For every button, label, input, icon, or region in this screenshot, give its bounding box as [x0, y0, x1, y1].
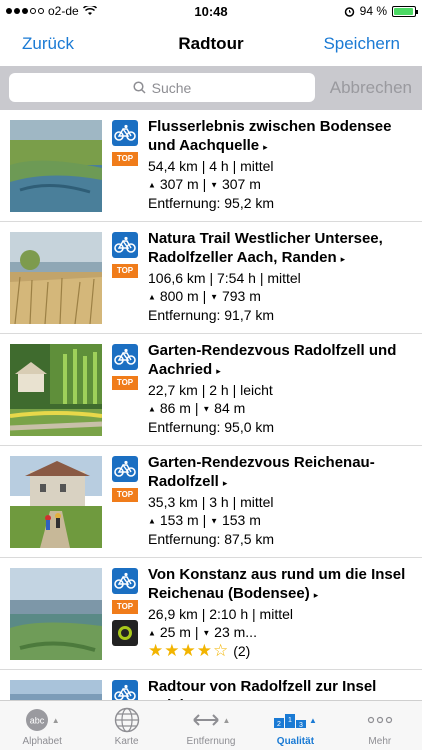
bike-icon	[112, 232, 138, 258]
ascent-icon: ▲	[148, 516, 156, 526]
list-item[interactable]: TOP Garten-Rendezvous Reichenau-Radolfze…	[0, 446, 422, 558]
bike-icon	[112, 120, 138, 146]
tour-distance: Entfernung: 95,2 km	[148, 195, 275, 212]
elevation: ▲ 800 m | ▼ 793 m	[148, 288, 261, 304]
sort-caret-icon: ▲	[308, 715, 317, 725]
tour-title: Garten-Rendezvous Radolfzell und Aachrie…	[148, 342, 397, 378]
status-bar: o2-de 10:48 94 %	[0, 0, 422, 22]
svg-text:abc: abc	[29, 716, 44, 726]
tour-stats: 54,4 km | 4 h | mittel	[148, 158, 274, 174]
disclosure-icon: ▸	[263, 142, 268, 152]
list-item[interactable]: TOP Von Konstanz aus rund um die Insel R…	[0, 558, 422, 670]
alarm-icon	[344, 6, 354, 17]
distance-arrows-icon	[192, 714, 219, 726]
descent-icon: ▼	[210, 292, 219, 302]
tour-stats: 22,7 km | 2 h | leicht	[148, 382, 273, 398]
list-item[interactable]: TOP Natura Trail Westlicher Untersee, Ra…	[0, 222, 422, 334]
tour-info: Flusserlebnis zwischen Bodensee und Aach…	[148, 117, 416, 212]
ascent-icon: ▲	[148, 628, 156, 638]
tour-distance: Entfernung: 87,5 km	[148, 531, 275, 548]
elevation: ▲ 153 m | ▼ 153 m	[148, 512, 261, 528]
list-item[interactable]: TOP Flusserlebnis zwischen Bodensee und …	[0, 110, 422, 222]
tour-info: Natura Trail Westlicher Untersee, Radolf…	[148, 229, 416, 324]
review-count: (2)	[233, 643, 251, 660]
sort-caret-icon: ▲	[222, 715, 231, 725]
ring-icon	[112, 620, 138, 646]
elevation: ▲ 25 m | ▼ 23 m...	[148, 624, 257, 640]
descent-icon: ▼	[202, 404, 211, 414]
tab-label: Alphabet	[22, 736, 62, 747]
sort-caret-icon: ▲	[51, 715, 60, 725]
save-button[interactable]: Speichern	[323, 34, 400, 54]
cancel-button[interactable]: Abbrechen	[330, 78, 412, 98]
top-badge: TOP	[112, 152, 138, 166]
tab-qualitaet[interactable]: 2 1 3 ▲ Qualität	[253, 701, 337, 750]
descent-icon: ▼	[202, 628, 211, 638]
tour-distance: Entfernung: 95,0 km	[148, 419, 275, 436]
ascent-icon: ▲	[148, 180, 156, 190]
descent-icon: ▼	[210, 516, 219, 526]
tour-title: Von Konstanz aus rund um die Insel Reich…	[148, 566, 406, 602]
abc-icon: abc	[25, 709, 48, 731]
tour-thumbnail	[10, 232, 102, 324]
disclosure-icon: ▸	[340, 254, 346, 264]
tab-alphabet[interactable]: abc ▲ Alphabet	[0, 701, 84, 750]
tour-info: Garten-Rendezvous Reichenau-Radolfzell ▸ …	[148, 453, 416, 548]
svg-text:3: 3	[299, 722, 303, 728]
list-item[interactable]: TOP Garten-Rendezvous Radolfzell und Aac…	[0, 334, 422, 446]
tour-thumbnail	[10, 344, 102, 436]
battery-icon	[392, 5, 418, 17]
navigation-bar: Zurück Radtour Speichern	[0, 22, 422, 66]
bike-icon	[112, 456, 138, 482]
disclosure-icon: ▸	[222, 478, 228, 488]
tab-label: Mehr	[368, 736, 392, 747]
tour-title: Garten-Rendezvous Reichenau-Radolfzell ▸	[148, 454, 375, 490]
ascent-icon: ▲	[148, 404, 156, 414]
bike-icon	[112, 568, 138, 594]
search-icon	[133, 81, 146, 94]
battery-percent: 94 %	[359, 4, 387, 18]
tour-list: TOP Flusserlebnis zwischen Bodensee und …	[0, 110, 422, 750]
tour-info: Garten-Rendezvous Radolfzell und Aachrie…	[148, 341, 416, 436]
top-badge: TOP	[112, 264, 138, 278]
tab-label: Entfernung	[186, 736, 236, 747]
svg-text:2: 2	[277, 721, 281, 728]
descent-icon: ▼	[210, 180, 219, 190]
tour-thumbnail	[10, 456, 102, 548]
tour-thumbnail	[10, 568, 102, 660]
podium-icon: 2 1 3	[273, 714, 306, 728]
search-placeholder: Suche	[151, 79, 192, 96]
tour-stats: 35,3 km | 3 h | mittel	[148, 494, 274, 510]
elevation: ▲ 86 m | ▼ 84 m	[148, 400, 246, 416]
tour-info: Von Konstanz aus rund um die Insel Reich…	[148, 565, 416, 660]
top-badge: TOP	[112, 488, 138, 502]
disclosure-icon: ▸	[216, 366, 221, 376]
star-rating: ★★★★☆	[148, 641, 230, 661]
search-bar: Suche Abbrechen	[0, 66, 422, 110]
tour-distance: Entfernung: 91,7 km	[148, 307, 275, 324]
globe-icon	[114, 707, 139, 733]
tab-mehr[interactable]: Mehr	[338, 701, 422, 750]
tour-stats: 106,6 km | 7:54 h | mittel	[148, 270, 301, 286]
tab-entfernung[interactable]: ▲ Entfernung	[169, 701, 253, 750]
svg-text:1: 1	[288, 717, 292, 724]
disclosure-icon: ▸	[313, 590, 319, 600]
top-badge: TOP	[112, 600, 138, 614]
tab-label: Karte	[114, 736, 139, 747]
tab-label: Qualität	[276, 736, 315, 747]
status-right: 94 %	[344, 4, 418, 18]
elevation: ▲ 307 m | ▼ 307 m	[148, 176, 261, 192]
more-dots-icon	[367, 716, 392, 724]
tour-stats: 26,9 km | 2:10 h | mittel	[148, 606, 294, 622]
bike-icon	[112, 344, 138, 370]
ascent-icon: ▲	[148, 292, 156, 302]
top-badge: TOP	[112, 376, 138, 390]
tab-bar: abc ▲ Alphabet Karte ▲ Entfernung 2 1 3 …	[0, 700, 422, 750]
tour-thumbnail	[10, 120, 102, 212]
tour-title: Natura Trail Westlicher Untersee, Radolf…	[148, 230, 383, 266]
tab-karte[interactable]: Karte	[84, 701, 168, 750]
tour-title: Flusserlebnis zwischen Bodensee und Aach…	[148, 118, 392, 154]
search-input[interactable]: Suche	[9, 73, 315, 102]
rating: ★★★★☆ (2)	[148, 642, 416, 660]
